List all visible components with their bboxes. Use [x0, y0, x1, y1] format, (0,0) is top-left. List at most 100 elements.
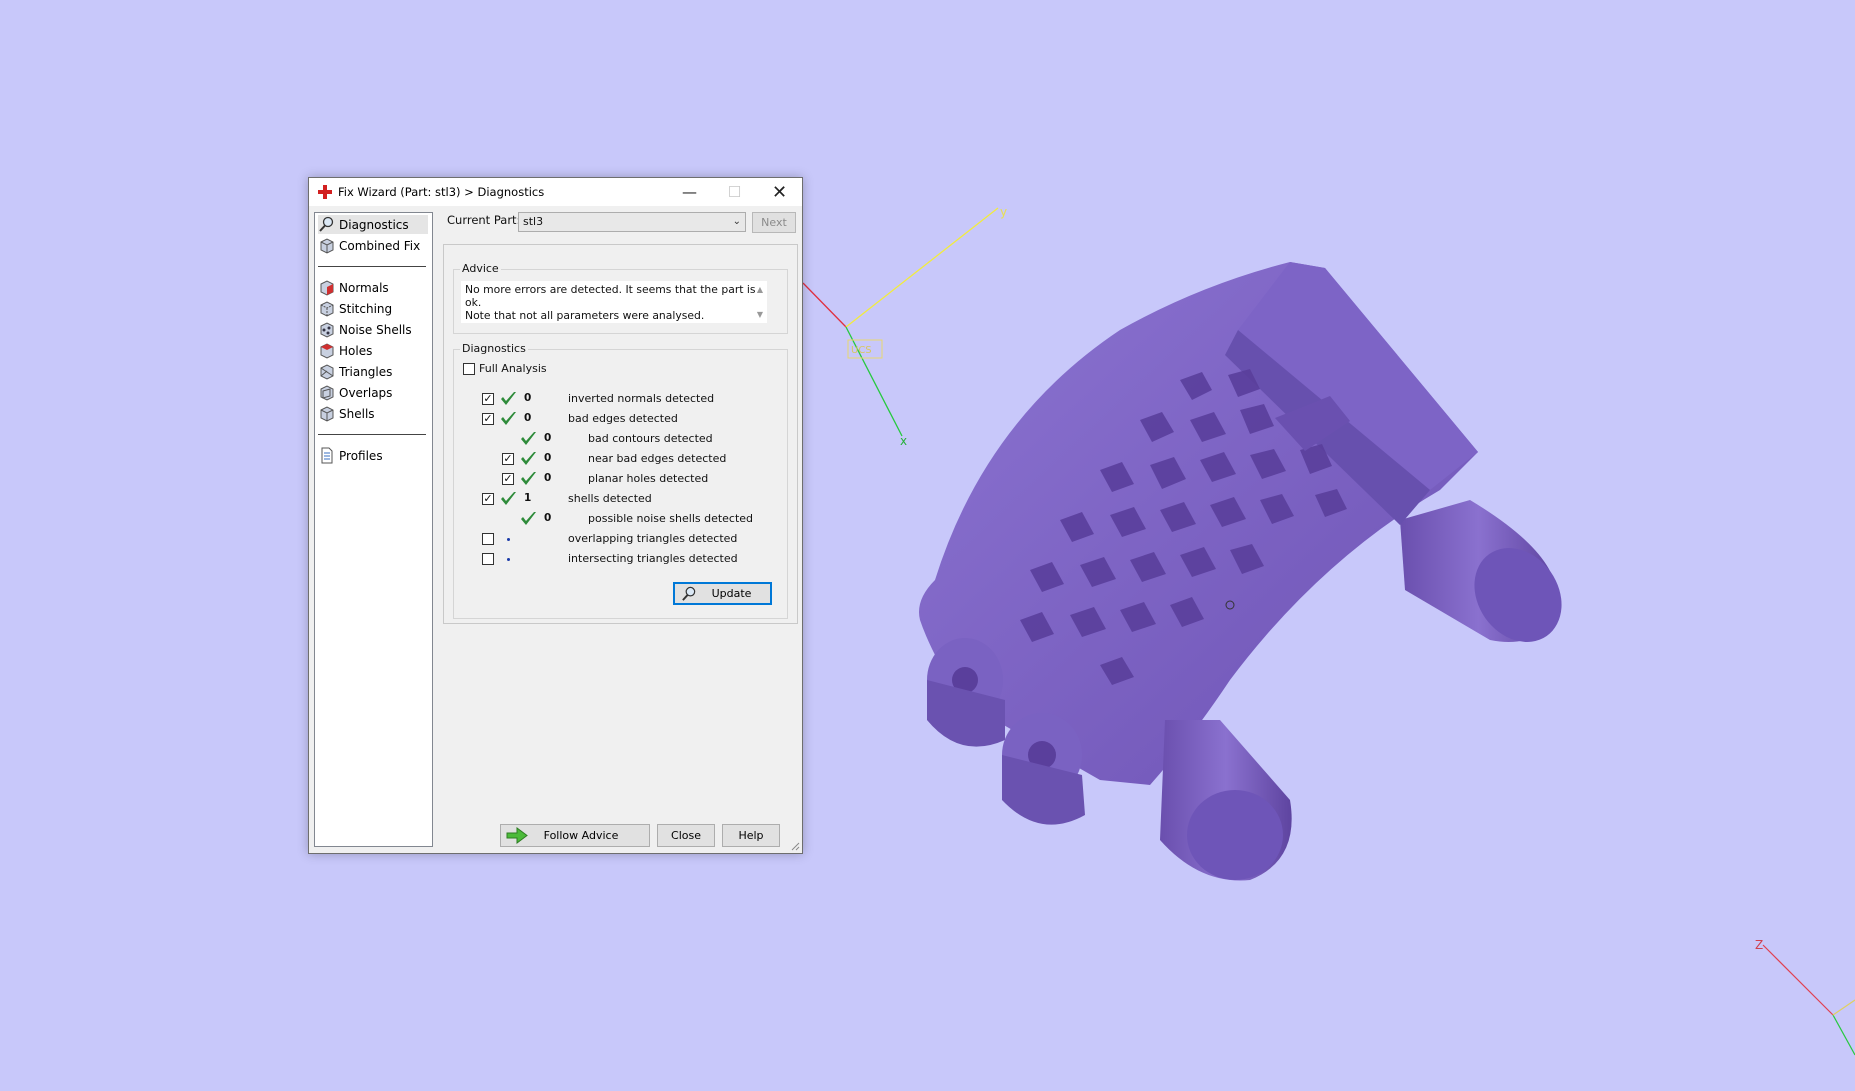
diagnostics-group: Diagnostics Full Analysis ✓ 0 inverted n…	[453, 342, 788, 619]
title-bar[interactable]: Fix Wizard (Part: stl3) > Diagnostics — …	[309, 178, 802, 206]
maximize-button[interactable]: ☐	[712, 178, 757, 206]
follow-advice-button[interactable]: Follow Advice	[500, 824, 650, 847]
cube-stitch-icon	[320, 301, 334, 317]
diagnostic-checkbox[interactable]: ✓	[482, 413, 494, 425]
diagnostic-row: intersecting triangles detected	[454, 550, 784, 568]
diagnostic-label: planar holes detected	[588, 472, 709, 485]
green-check-icon	[521, 512, 536, 525]
advice-line-2: Note that not all parameters were analys…	[465, 309, 705, 322]
x-axis-label: x	[900, 434, 907, 448]
sidebar-item-label: Holes	[339, 343, 373, 358]
sidebar-item-label: Diagnostics	[339, 217, 409, 232]
sidebar-item-combined-fix[interactable]: Combined Fix	[318, 236, 428, 255]
wizard-sidebar: Diagnostics Combined Fix Normals Stitchi…	[314, 212, 433, 847]
diagnostic-row: 0 bad contours detected	[454, 430, 784, 448]
diagnostic-label: shells detected	[568, 492, 652, 505]
document-icon	[321, 447, 333, 464]
current-part-select[interactable]: stl3 ⌄	[518, 212, 746, 232]
sidebar-item-triangles[interactable]: Triangles	[318, 362, 428, 381]
diagnostic-checkbox[interactable]: ✓	[502, 473, 514, 485]
sidebar-item-holes[interactable]: Holes	[318, 341, 428, 360]
full-analysis-checkbox[interactable]	[463, 363, 475, 375]
sidebar-item-stitching[interactable]: Stitching	[318, 299, 428, 318]
scroll-down-icon[interactable]: ▼	[757, 308, 763, 321]
diagnostics-heading: Diagnostics	[460, 342, 528, 355]
chevron-down-icon: ⌄	[732, 216, 741, 227]
diagnostic-checkbox[interactable]: ✓	[482, 493, 494, 505]
diagnostic-checkbox[interactable]: ✓	[482, 393, 494, 405]
window-title: Fix Wizard (Part: stl3) > Diagnostics	[338, 185, 545, 199]
green-check-icon	[501, 392, 516, 405]
fix-wizard-dialog: Fix Wizard (Part: stl3) > Diagnostics — …	[308, 177, 803, 854]
cube-overlap-icon	[320, 385, 334, 401]
cube-triangles-icon	[320, 364, 334, 380]
3d-viewport[interactable]: y x UCS Z	[0, 0, 1855, 1091]
diagnostic-checkbox[interactable]	[482, 533, 494, 545]
diagnostic-count: 1	[524, 492, 532, 504]
next-button[interactable]: Next	[752, 212, 796, 233]
sidebar-item-label: Combined Fix	[339, 238, 421, 253]
sidebar-item-label: Stitching	[339, 301, 393, 316]
sidebar-divider	[318, 434, 426, 435]
sidebar-item-profiles[interactable]: Profiles	[318, 446, 428, 465]
cube-icon	[320, 238, 334, 254]
advice-group: Advice No more errors are detected. It s…	[453, 262, 788, 334]
diagnostic-count: 0	[524, 392, 532, 404]
cube-red-face-icon	[320, 280, 334, 296]
current-part-value: stl3	[523, 215, 544, 228]
diagnostic-count: 0	[544, 512, 552, 524]
sidebar-item-label: Shells	[339, 406, 375, 421]
update-button[interactable]: Update	[673, 582, 772, 605]
diagnostic-checkbox[interactable]: ✓	[502, 453, 514, 465]
diagnostic-checkbox[interactable]	[482, 553, 494, 565]
world-axis-gizmo: Z	[1755, 938, 1855, 1056]
resize-grip-icon[interactable]	[790, 841, 800, 851]
diagnostic-row: ✓ 0 near bad edges detected	[454, 450, 784, 468]
cube-dots-icon	[320, 322, 334, 338]
diagnostic-count: 0	[524, 412, 532, 424]
update-label: Update	[711, 587, 752, 600]
sidebar-item-shells[interactable]: Shells	[318, 404, 428, 423]
3d-part-model[interactable]	[919, 262, 1579, 881]
sidebar-item-normals[interactable]: Normals	[318, 278, 428, 297]
green-check-icon	[521, 472, 536, 485]
diagnostic-row: ✓ 0 bad edges detected	[454, 410, 784, 428]
diagnostic-label: inverted normals detected	[568, 392, 715, 405]
cube-shells-icon	[320, 406, 334, 422]
diagnostic-count: 0	[544, 452, 552, 464]
z-axis-label: Z	[1755, 938, 1763, 952]
sidebar-item-diagnostics[interactable]: Diagnostics	[318, 215, 428, 234]
wizard-content-panel: Advice No more errors are detected. It s…	[443, 244, 798, 624]
follow-advice-label: Follow Advice	[543, 829, 619, 842]
magnifier-icon	[319, 216, 334, 232]
full-analysis-label: Full Analysis	[479, 362, 547, 375]
full-analysis-row[interactable]: Full Analysis	[454, 360, 784, 378]
diagnostic-row: 0 possible noise shells detected	[454, 510, 784, 528]
green-check-icon	[501, 492, 516, 505]
sidebar-item-label: Noise Shells	[339, 322, 412, 337]
diagnostic-label: near bad edges detected	[588, 452, 727, 465]
sidebar-item-label: Triangles	[339, 364, 393, 379]
diagnostic-count: 0	[544, 432, 552, 444]
diagnostic-label: overlapping triangles detected	[568, 532, 738, 545]
advice-heading: Advice	[460, 262, 501, 275]
sidebar-item-overlaps[interactable]: Overlaps	[318, 383, 428, 402]
sidebar-item-noise-shells[interactable]: Noise Shells	[318, 320, 428, 339]
help-button[interactable]: Help	[722, 824, 780, 847]
diagnostic-row: ✓ 0 planar holes detected	[454, 470, 784, 488]
cube-hole-icon	[320, 343, 334, 359]
green-check-icon	[501, 412, 516, 425]
current-part-label: Current Part:	[447, 213, 521, 227]
pending-dot-icon	[507, 558, 510, 561]
sidebar-item-label: Overlaps	[339, 385, 393, 400]
close-window-button[interactable]: ✕	[757, 178, 802, 206]
scroll-up-icon[interactable]: ▲	[757, 283, 763, 296]
diagnostic-count: 0	[544, 472, 552, 484]
sidebar-item-label: Normals	[339, 280, 389, 295]
diagnostic-label: possible noise shells detected	[588, 512, 754, 525]
close-button[interactable]: Close	[657, 824, 715, 847]
diagnostic-label: intersecting triangles detected	[568, 552, 738, 565]
sidebar-item-label: Profiles	[339, 448, 383, 463]
minimize-button[interactable]: —	[667, 178, 712, 206]
diagnostic-row: ✓ 0 inverted normals detected	[454, 390, 784, 408]
